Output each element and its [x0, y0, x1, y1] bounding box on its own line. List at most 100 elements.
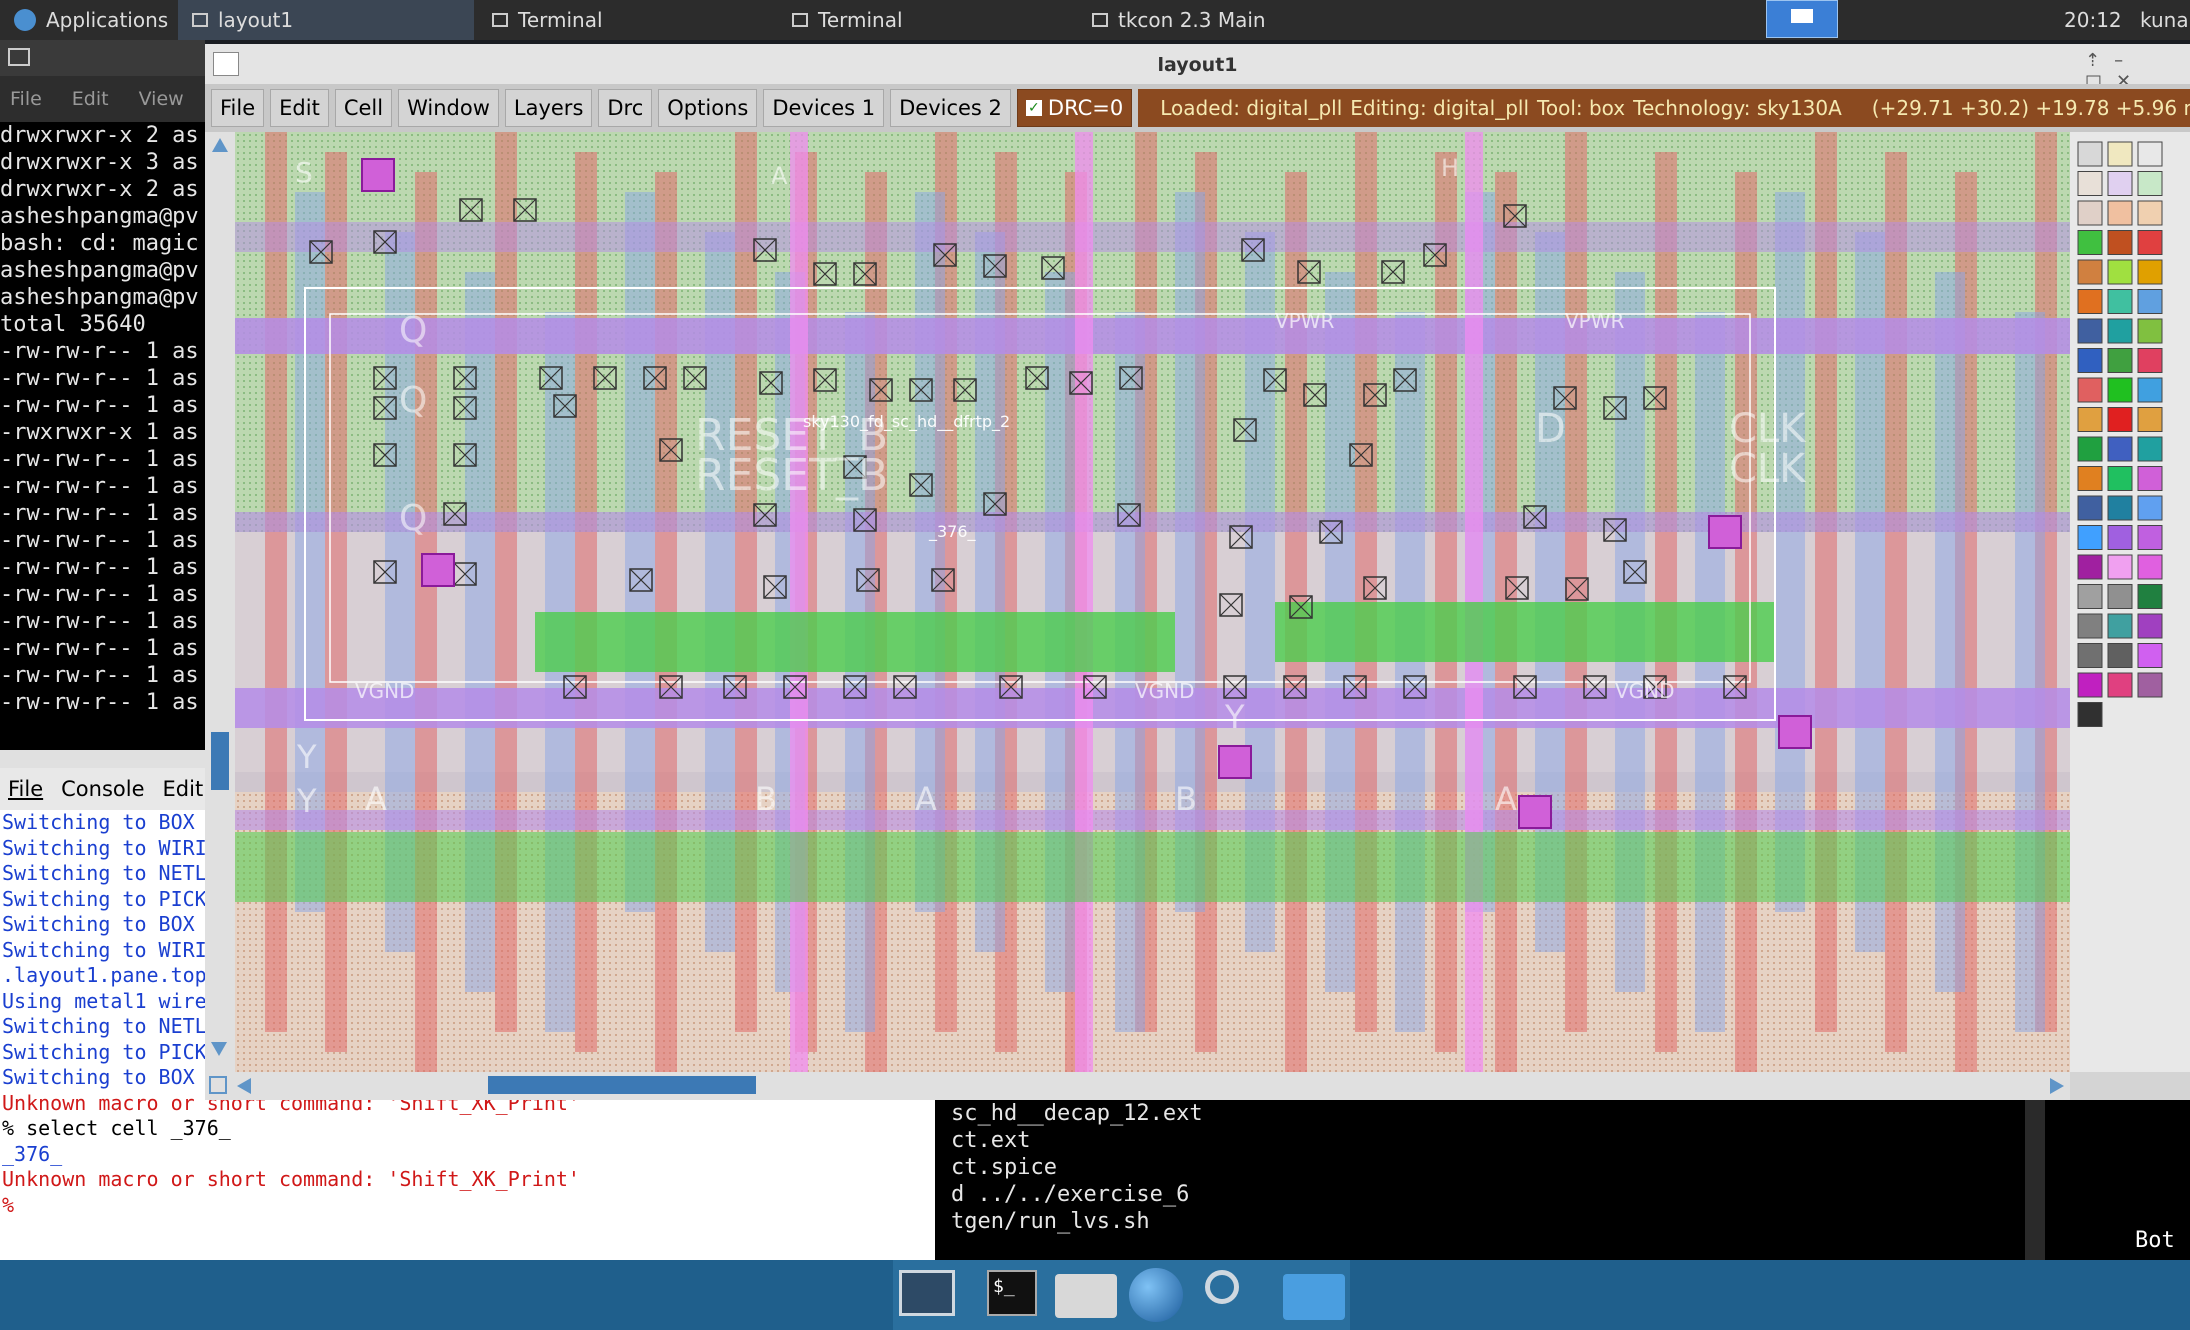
layer-swatch[interactable]	[2077, 613, 2103, 639]
layer-swatch[interactable]	[2107, 200, 2133, 226]
layer-swatch[interactable]	[2137, 348, 2163, 373]
layer-swatch[interactable]	[2137, 525, 2163, 550]
layer-swatch[interactable]	[2107, 495, 2133, 521]
layer-swatch[interactable]	[2137, 377, 2163, 403]
scroll-up-icon[interactable]	[212, 138, 228, 152]
layer-swatch[interactable]	[2137, 318, 2163, 344]
applications-menu[interactable]: Applications	[0, 0, 175, 40]
menu-edit[interactable]: Edit	[163, 777, 204, 801]
layer-swatch[interactable]	[2137, 407, 2163, 432]
layer-swatch[interactable]	[2107, 554, 2133, 580]
layer-swatch[interactable]	[2137, 200, 2163, 226]
layer-swatch[interactable]	[2107, 348, 2133, 373]
layer-swatch[interactable]	[2107, 466, 2133, 491]
layer-swatch[interactable]	[2107, 259, 2133, 285]
layer-swatch[interactable]	[2077, 495, 2103, 521]
layer-swatch[interactable]	[2107, 318, 2133, 344]
scroll-left-icon[interactable]	[237, 1078, 251, 1094]
scrollbar[interactable]	[2025, 1100, 2045, 1260]
layer-swatch[interactable]	[2137, 259, 2163, 285]
magic-layout-window[interactable]: layout1 ⇡–□✕ File Edit Cell Window Layer…	[205, 44, 2190, 1100]
layer-swatch[interactable]	[2077, 554, 2103, 580]
layer-swatch[interactable]	[2107, 613, 2133, 639]
search-icon[interactable]	[1205, 1270, 1239, 1304]
layer-swatches[interactable]	[2070, 132, 2190, 1072]
layer-swatch[interactable]	[2137, 289, 2163, 314]
layer-swatch[interactable]	[2107, 407, 2133, 432]
layer-swatch[interactable]	[2077, 407, 2103, 432]
layer-swatch[interactable]	[2137, 141, 2163, 167]
layout-canvas[interactable]: RESET_B RESET_B Q Q Q D CLK CLK VPWR VPWR VGND VGND…	[235, 132, 2070, 1072]
scroll-thumb[interactable]	[211, 732, 229, 790]
layer-swatch[interactable]	[2137, 584, 2163, 609]
menu-devices-1[interactable]: Devices 1	[763, 89, 885, 127]
folder-icon[interactable]	[1283, 1274, 1345, 1320]
menu-options[interactable]: Options	[658, 89, 758, 127]
layer-swatch[interactable]	[2107, 377, 2133, 403]
layer-swatch[interactable]	[2077, 259, 2103, 285]
menu-file[interactable]: File	[10, 88, 42, 110]
layer-swatch[interactable]	[2077, 200, 2103, 226]
menu-view[interactable]: View	[139, 88, 184, 110]
browser-icon[interactable]	[1129, 1268, 1183, 1322]
layer-swatch[interactable]	[2137, 495, 2163, 521]
layer-swatch[interactable]	[2107, 643, 2133, 668]
menu-file[interactable]: File	[8, 777, 43, 801]
layer-swatch[interactable]	[2137, 554, 2163, 580]
layer-swatch[interactable]	[2077, 702, 2103, 727]
layer-swatch[interactable]	[2137, 643, 2163, 668]
scroll-right-icon[interactable]	[2050, 1078, 2064, 1094]
layer-swatch[interactable]	[2077, 466, 2103, 491]
scroll-thumb[interactable]	[488, 1076, 756, 1094]
scroll-down-icon[interactable]	[211, 1042, 227, 1056]
layer-swatch[interactable]	[2107, 584, 2133, 609]
layer-swatch[interactable]	[2077, 584, 2103, 609]
home-folder-icon[interactable]	[1055, 1274, 1117, 1318]
layer-swatch[interactable]	[2107, 289, 2133, 314]
menu-file[interactable]: File	[211, 89, 265, 127]
menu-layers[interactable]: Layers	[504, 89, 593, 127]
layer-swatch[interactable]	[2077, 525, 2103, 550]
terminal-icon[interactable]: $_	[987, 1270, 1037, 1316]
menu-edit[interactable]: Edit	[72, 88, 109, 110]
desktop-icon[interactable]	[899, 1270, 955, 1316]
layer-swatch[interactable]	[2137, 466, 2163, 491]
layer-swatch[interactable]	[2077, 289, 2103, 314]
user-menu[interactable]: kuna	[2140, 8, 2189, 32]
menu-devices-2[interactable]: Devices 2	[890, 89, 1011, 127]
layer-swatch[interactable]	[2137, 171, 2163, 196]
task-terminal-2[interactable]: Terminal	[778, 0, 1074, 40]
terminal-window-left[interactable]: File Edit View drwxrwxr-x 2 as drwxrwxr-x…	[0, 40, 205, 750]
menu-console[interactable]: Console	[61, 777, 144, 801]
layer-swatch[interactable]	[2107, 436, 2133, 462]
layer-swatch[interactable]	[2107, 525, 2133, 550]
layer-swatch[interactable]	[2107, 141, 2133, 167]
layer-swatch[interactable]	[2077, 377, 2103, 403]
menu-drc[interactable]: Drc	[598, 89, 653, 127]
layer-swatch[interactable]	[2137, 613, 2163, 639]
task-terminal-1[interactable]: Terminal	[478, 0, 774, 40]
workspace-switcher[interactable]	[1766, 0, 1838, 38]
layer-swatch[interactable]	[2137, 436, 2163, 462]
layer-swatch[interactable]	[2137, 230, 2163, 255]
layer-swatch[interactable]	[2077, 230, 2103, 255]
layer-palette[interactable]	[2070, 132, 2190, 1072]
layer-swatch[interactable]	[2077, 318, 2103, 344]
layout-drawing[interactable]: RESET_BRESET_BQQQD CLKCLKVPWR VPWRVGND VGND…	[235, 132, 2070, 1072]
layer-swatch[interactable]	[2077, 643, 2103, 668]
task-layout1[interactable]: layout1	[178, 0, 474, 40]
layer-swatch[interactable]	[2077, 436, 2103, 462]
window-titlebar[interactable]: layout1 ⇡–□✕	[205, 44, 2190, 92]
layer-swatch[interactable]	[2077, 171, 2103, 196]
layer-swatch[interactable]	[2077, 672, 2103, 698]
zoom-box-icon[interactable]	[209, 1076, 227, 1094]
menu-window[interactable]: Window	[398, 89, 499, 127]
vertical-scrollbar[interactable]	[205, 132, 235, 1072]
horizontal-scrollbar[interactable]	[205, 1072, 2070, 1100]
layer-swatch[interactable]	[2107, 171, 2133, 196]
layer-swatch[interactable]	[2077, 348, 2103, 373]
menu-edit[interactable]: Edit	[270, 89, 329, 127]
layer-swatch[interactable]	[2107, 230, 2133, 255]
task-tkcon[interactable]: tkcon 2.3 Main	[1078, 0, 1374, 40]
layer-swatch[interactable]	[2137, 672, 2163, 698]
